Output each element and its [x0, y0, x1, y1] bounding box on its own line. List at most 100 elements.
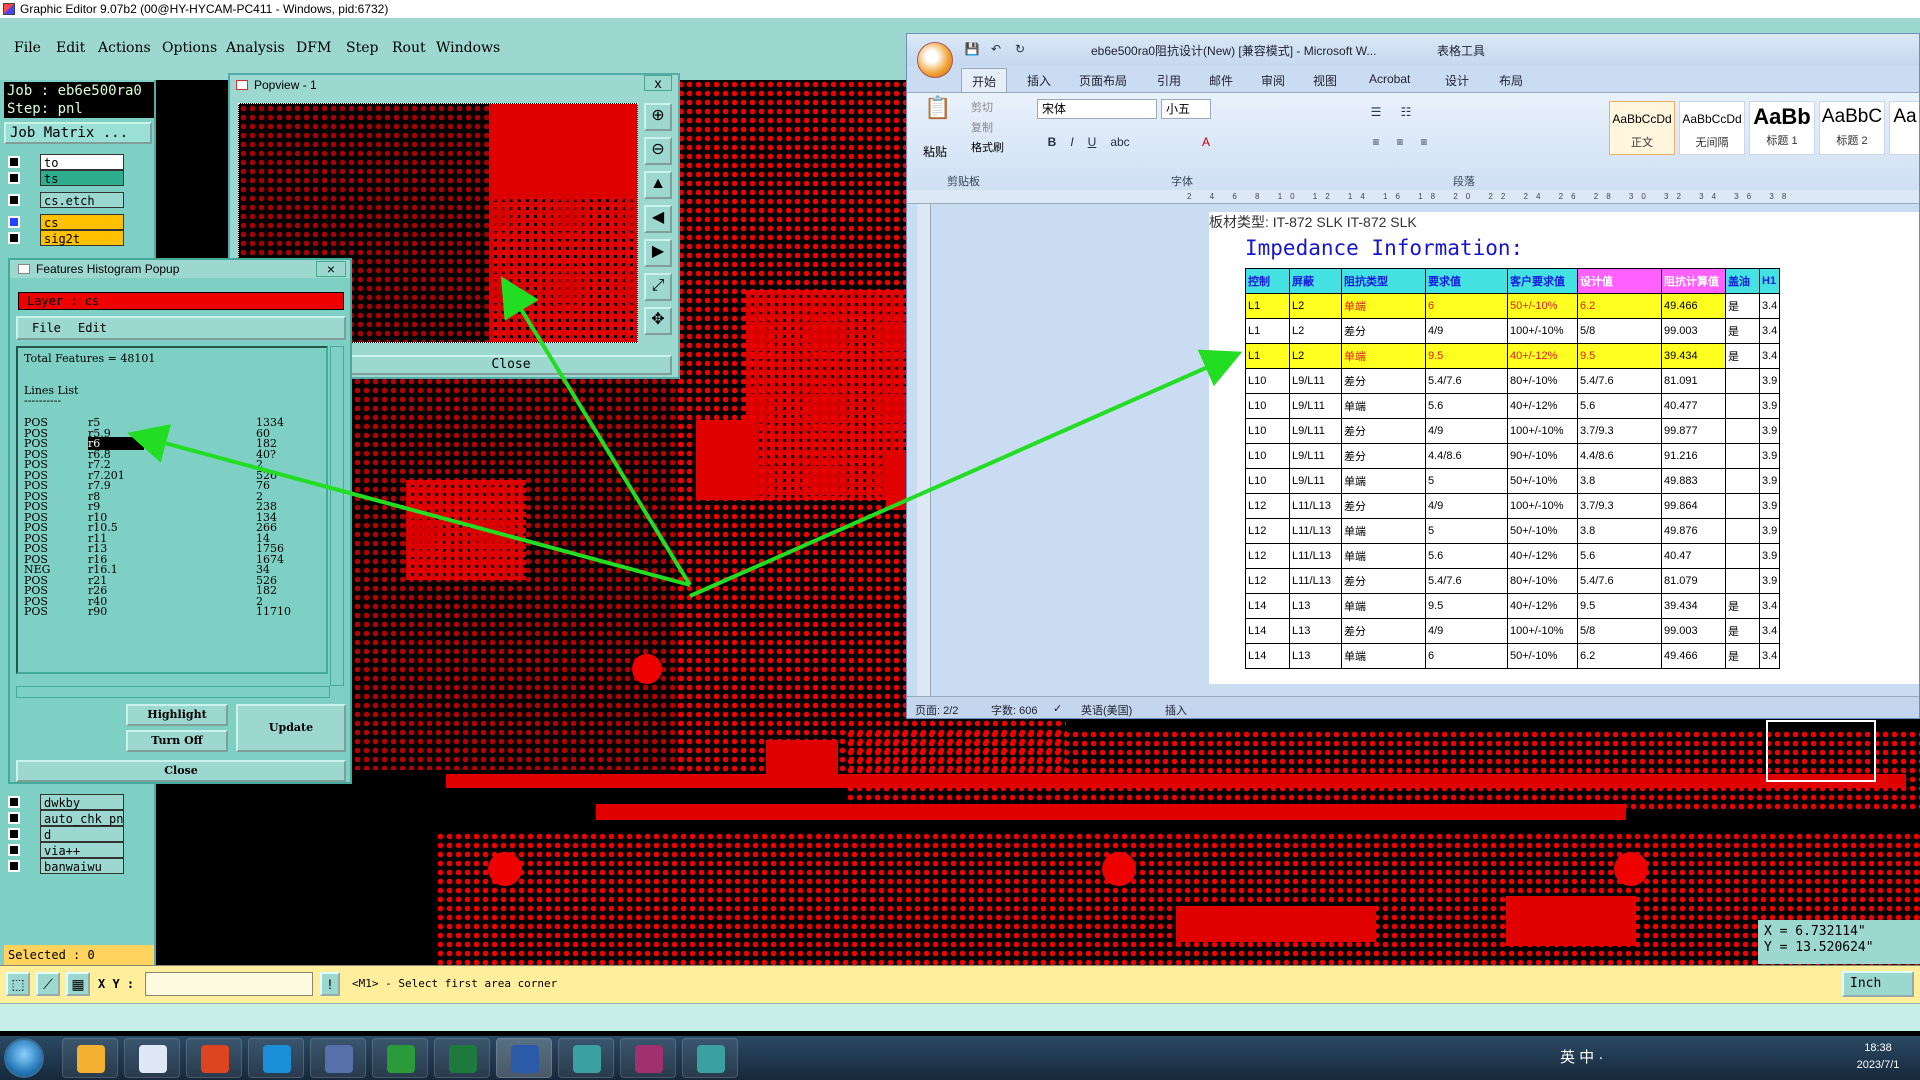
grid-tool-icon[interactable]: ▦ — [66, 972, 90, 996]
table-cell[interactable]: 40+/-12% — [1507, 593, 1578, 619]
menu-edit[interactable]: Edit — [56, 40, 85, 56]
table-cell[interactable]: 80+/-10% — [1507, 568, 1578, 594]
table-cell[interactable]: 40.477 — [1661, 393, 1726, 419]
table-cell[interactable]: 差分 — [1341, 318, 1426, 344]
document-page[interactable]: 板材类型: IT-872 SLK IT-872 SLK Impedance In… — [1209, 212, 1919, 684]
clock[interactable]: 18:38 2023/7/1 — [1840, 1040, 1916, 1074]
table-cell[interactable]: 40+/-12% — [1507, 393, 1578, 419]
table-cell[interactable]: 4/9 — [1425, 318, 1508, 344]
table-cell[interactable]: 81.091 — [1661, 368, 1726, 394]
table-cell[interactable]: 是 — [1725, 643, 1760, 669]
table-row[interactable]: L10 L9/L11 差分 4.4/8.6 90+/-10% 4.4/8.6 91.216 3… — [1245, 443, 1781, 469]
table-cell[interactable]: L2 — [1289, 318, 1342, 344]
align-right-icon[interactable]: ≡ — [1415, 133, 1433, 151]
bold-icon[interactable]: B — [1043, 133, 1061, 151]
table-cell[interactable]: 39.434 — [1661, 593, 1726, 619]
tab-insert[interactable]: 插入 — [1027, 72, 1051, 89]
table-cell[interactable]: 49.883 — [1661, 468, 1726, 494]
font-color-icon[interactable]: A — [1197, 133, 1215, 151]
quick-access-save-icon[interactable]: 💾 — [963, 40, 981, 58]
table-cell[interactable] — [1725, 443, 1760, 469]
table-cell[interactable]: L2 — [1289, 343, 1342, 369]
table-cell[interactable]: L14 — [1245, 618, 1290, 644]
table-cell[interactable]: L9/L11 — [1289, 418, 1342, 444]
table-cell[interactable]: 40+/-12% — [1507, 543, 1578, 569]
taskbar-app[interactable] — [124, 1038, 180, 1078]
table-cell[interactable]: 3.4 — [1758, 318, 1781, 344]
layer-row[interactable]: sig2t — [4, 230, 124, 246]
table-cell[interactable]: 单端 — [1341, 343, 1426, 369]
table-cell[interactable]: 4/9 — [1425, 618, 1508, 644]
table-cell[interactable]: 3.8 — [1577, 518, 1662, 544]
table-cell[interactable]: 5/8 — [1577, 318, 1662, 344]
table-row[interactable]: L1 L2 差分 4/9 100+/-10% 5/8 99.003 是 3.4 — [1245, 318, 1781, 344]
layer-checkbox[interactable] — [8, 844, 20, 856]
table-cell[interactable]: L9/L11 — [1289, 368, 1342, 394]
table-cell[interactable]: 是 — [1725, 343, 1760, 369]
table-cell[interactable]: 9.5 — [1425, 343, 1508, 369]
tab-layout[interactable]: 布局 — [1499, 72, 1523, 89]
popview-close-button[interactable]: Close — [350, 355, 672, 375]
job-matrix-button[interactable]: Job Matrix ... — [4, 122, 152, 144]
table-cell[interactable] — [1725, 493, 1760, 519]
table-cell[interactable]: 3.4 — [1758, 593, 1781, 619]
table-cell[interactable]: 6 — [1425, 643, 1508, 669]
table-cell[interactable]: 6.2 — [1577, 293, 1662, 319]
layer-row[interactable]: dwkby — [4, 794, 124, 810]
table-cell[interactable]: 90+/-10% — [1507, 443, 1578, 469]
style-normal[interactable]: AaBbCcDd 正文 — [1609, 101, 1675, 155]
taskbar-app[interactable] — [248, 1038, 304, 1078]
table-cell[interactable]: L10 — [1245, 418, 1290, 444]
table-cell[interactable]: 差分 — [1341, 368, 1426, 394]
update-button[interactable]: Update — [236, 704, 346, 752]
underline-icon[interactable]: U — [1083, 133, 1101, 151]
table-cell[interactable]: 单端 — [1341, 543, 1426, 569]
table-cell[interactable]: 4.4/8.6 — [1425, 443, 1508, 469]
tab-references[interactable]: 引用 — [1157, 72, 1181, 89]
style-heading-2[interactable]: AaBbC 标题 2 — [1819, 101, 1885, 155]
table-cell[interactable]: L1 — [1245, 343, 1290, 369]
table-cell[interactable]: L11/L13 — [1289, 543, 1342, 569]
layer-row[interactable]: d — [4, 826, 124, 842]
table-cell[interactable] — [1725, 568, 1760, 594]
table-cell[interactable]: 99.003 — [1661, 318, 1726, 344]
tab-view[interactable]: 视图 — [1313, 72, 1337, 89]
table-cell[interactable]: 5 — [1425, 468, 1508, 494]
zoom-in-icon[interactable]: ⊕ — [644, 103, 672, 131]
spellcheck-icon[interactable]: ✓ — [1053, 702, 1062, 715]
pan-left-icon[interactable]: ◀ — [644, 205, 672, 233]
table-row[interactable]: L10 L9/L11 差分 4/9 100+/-10% 3.7/9.3 99.877 3.9 — [1245, 418, 1781, 444]
table-cell[interactable]: 3.9 — [1758, 468, 1781, 494]
table-row[interactable]: L10 L9/L11 单端 5.6 40+/-12% 5.6 40.477 3.9 — [1245, 393, 1781, 419]
layer-row[interactable]: ts — [4, 170, 124, 186]
table-row[interactable]: L14 L13 单端 9.5 40+/-12% 9.5 39.434 是 3.4 — [1245, 593, 1781, 619]
table-cell[interactable]: L12 — [1245, 568, 1290, 594]
tab-page-layout[interactable]: 页面布局 — [1079, 72, 1127, 89]
table-cell[interactable]: L13 — [1289, 643, 1342, 669]
pan-right-icon[interactable]: ▶ — [644, 239, 672, 267]
histogram-row[interactable]: POS r90 11710 — [24, 605, 324, 618]
horizontal-ruler[interactable]: 2 4 6 8 10 12 14 16 18 20 22 24 26 28 30… — [907, 190, 1919, 204]
table-cell[interactable]: 100+/-10% — [1507, 318, 1578, 344]
table-cell[interactable]: 3.9 — [1758, 368, 1781, 394]
table-cell[interactable]: L13 — [1289, 618, 1342, 644]
table-cell[interactable] — [1725, 543, 1760, 569]
table-cell[interactable]: 100+/-10% — [1507, 493, 1578, 519]
vertical-scrollbar[interactable] — [330, 346, 344, 686]
close-icon[interactable]: x — [644, 75, 672, 91]
table-cell[interactable]: 6 — [1425, 293, 1508, 319]
word-count[interactable]: 字数: 606 — [991, 702, 1037, 718]
table-cell[interactable]: 100+/-10% — [1507, 418, 1578, 444]
table-cell[interactable]: 3.9 — [1758, 493, 1781, 519]
table-row[interactable]: L12 L11/L13 差分 5.4/7.6 80+/-10% 5.4/7.6 81.079… — [1245, 568, 1781, 594]
table-cell[interactable]: L11/L13 — [1289, 568, 1342, 594]
table-cell[interactable]: L10 — [1245, 443, 1290, 469]
table-cell[interactable]: 5/8 — [1577, 618, 1662, 644]
table-cell[interactable]: L12 — [1245, 493, 1290, 519]
table-cell[interactable]: 5.4/7.6 — [1425, 568, 1508, 594]
strikethrough-icon[interactable]: abc — [1107, 133, 1133, 151]
table-cell[interactable]: 3.7/9.3 — [1577, 418, 1662, 444]
paste-label[interactable]: 粘贴 — [923, 143, 947, 160]
menu-step[interactable]: Step — [346, 40, 378, 56]
taskbar-app[interactable] — [620, 1038, 676, 1078]
